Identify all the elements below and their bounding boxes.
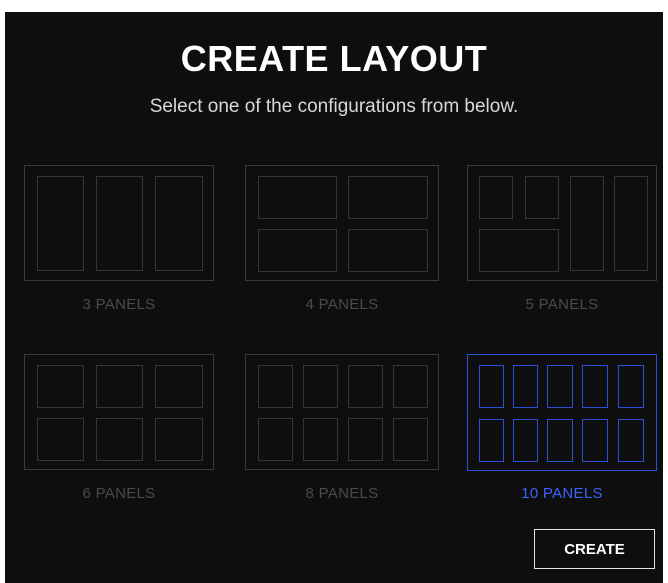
layout-option-4-panels[interactable]: 4 PANELS	[245, 165, 439, 317]
panel-cell	[258, 176, 337, 219]
layout-option-10-panels[interactable]: 10 PANELS	[467, 354, 657, 506]
panel-cell	[393, 365, 428, 408]
create-button[interactable]: CREATE	[534, 529, 655, 569]
layout-option-3-panels[interactable]: 3 PANELS	[24, 165, 218, 317]
panel-cell	[303, 365, 338, 408]
panel-cell	[479, 365, 504, 408]
panel-cell	[348, 365, 383, 408]
panel-cell	[37, 176, 84, 271]
layout-option-label: 3 PANELS	[82, 296, 156, 313]
panel-cell	[570, 176, 604, 271]
dialog-subtitle: Select one of the configurations from be…	[149, 96, 519, 117]
panel-cell	[582, 419, 608, 462]
panel-cell	[513, 419, 538, 462]
layout-thumbnail	[245, 354, 439, 470]
panel-cell	[618, 419, 644, 462]
create-layout-dialog: CREATE LAYOUT Select one of the configur…	[5, 12, 663, 583]
layout-option-8-panels[interactable]: 8 PANELS	[245, 354, 439, 506]
panel-cell	[155, 418, 203, 461]
panel-cell	[513, 365, 538, 408]
panel-cell	[303, 418, 338, 461]
panel-cell	[547, 365, 573, 408]
panel-cell	[155, 365, 203, 408]
panel-cell	[393, 418, 428, 461]
layout-option-label: 8 PANELS	[305, 485, 379, 502]
layout-thumbnail	[467, 354, 657, 471]
panel-cell	[618, 365, 644, 408]
layout-option-label: 4 PANELS	[305, 296, 379, 313]
panel-cell	[37, 418, 84, 461]
layout-thumbnail	[467, 165, 657, 281]
panel-cell	[258, 365, 293, 408]
panel-cell	[479, 229, 559, 272]
panel-cell	[582, 365, 608, 408]
panel-cell	[96, 365, 143, 408]
layout-thumbnail	[24, 354, 214, 470]
panel-cell	[37, 365, 84, 408]
panel-cell	[348, 176, 428, 219]
panel-cell	[348, 229, 428, 272]
panel-cell	[348, 418, 383, 461]
layout-thumbnail	[245, 165, 439, 281]
layout-option-6-panels[interactable]: 6 PANELS	[24, 354, 218, 506]
panel-cell	[258, 418, 293, 461]
panel-cell	[614, 176, 648, 271]
panel-cell	[155, 176, 203, 271]
layout-option-label: 5 PANELS	[525, 296, 599, 313]
panel-cell	[547, 419, 573, 462]
layout-thumbnail	[24, 165, 214, 281]
dialog-title: CREATE LAYOUT	[180, 38, 488, 79]
panel-cell	[479, 419, 504, 462]
panel-cell	[525, 176, 559, 219]
panel-cell	[258, 229, 337, 272]
panel-cell	[96, 176, 143, 271]
layout-option-label: 6 PANELS	[82, 485, 156, 502]
panel-cell	[479, 176, 513, 219]
panel-cell	[96, 418, 143, 461]
screen: CREATE LAYOUT Select one of the configur…	[0, 0, 668, 583]
layout-option-5-panels[interactable]: 5 PANELS	[467, 165, 657, 317]
layout-option-label: 10 PANELS	[521, 485, 603, 502]
